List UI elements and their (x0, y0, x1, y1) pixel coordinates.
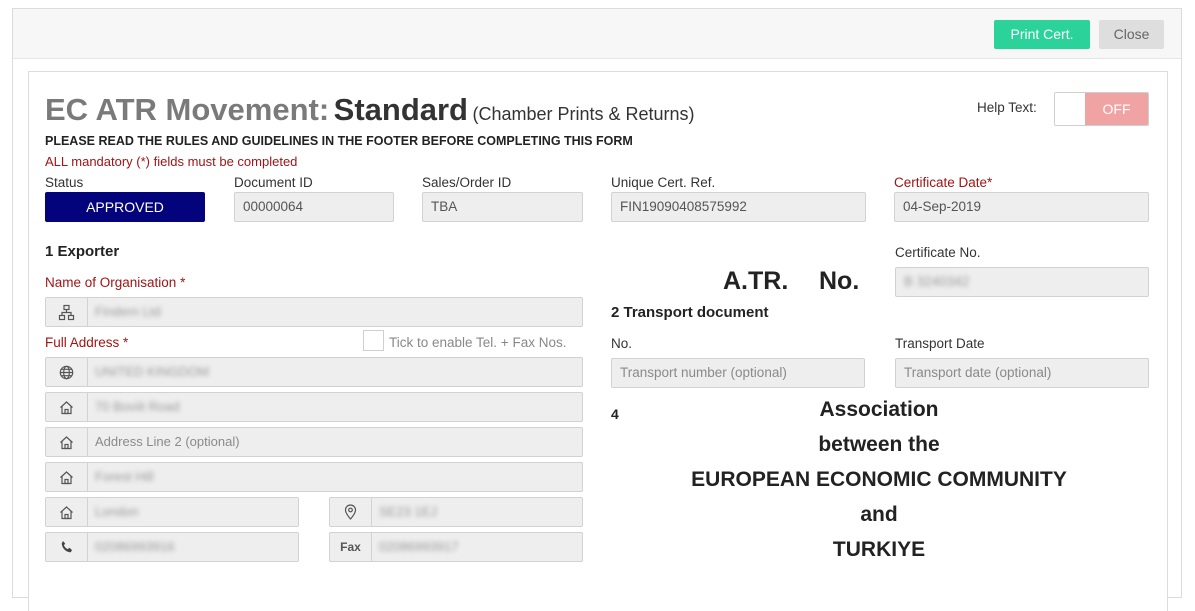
close-button[interactable]: Close (1099, 20, 1164, 49)
title-subtitle: (Chamber Prints & Returns) (472, 104, 695, 124)
title-type: Standard (333, 92, 468, 127)
tick-label: Tick to enable Tel. + Fax Nos. (389, 335, 567, 350)
section-4-number: 4 (611, 406, 619, 422)
country-field[interactable]: UNITED KINGDOM (45, 357, 583, 387)
sales-order-label: Sales/Order ID (422, 175, 512, 190)
postcode-field[interactable]: SE23 1EJ (329, 497, 583, 527)
phone-icon (46, 533, 88, 561)
org-icon (46, 298, 88, 326)
home-icon (46, 498, 88, 526)
cert-no-field[interactable]: B 3240342 (895, 267, 1149, 297)
org-field[interactable]: Findern Ltd (45, 297, 583, 327)
transport-date-input[interactable]: Transport date (optional) (895, 358, 1149, 388)
address-line3-value: Forest Hill (95, 469, 154, 484)
transport-no-label: No. (611, 336, 633, 351)
city-field[interactable]: London (45, 497, 299, 527)
home-icon (46, 428, 88, 456)
fax-field[interactable]: Fax 02086993917 (329, 532, 583, 562)
fax-value: 02086993917 (379, 539, 459, 554)
unique-ref-label: Unique Cert. Ref. (611, 175, 716, 190)
fax-addon: Fax (330, 533, 372, 561)
tel-field[interactable]: 02086993916 (45, 532, 299, 562)
status-label: Status (45, 175, 84, 190)
country-value: UNITED KINGDOM (95, 364, 210, 379)
org-value: Findern Ltd (95, 304, 161, 319)
toggle-state: OFF (1085, 93, 1148, 125)
help-text-label: Help Text: (977, 100, 1037, 115)
association-line-4: and (860, 503, 898, 526)
address-label: Full Address * (45, 335, 129, 350)
sales-order-field[interactable]: TBA (422, 192, 583, 222)
cert-no-label: Certificate No. (895, 245, 981, 260)
toggle-knob (1055, 93, 1085, 125)
transport-number-input[interactable]: Transport number (optional) (611, 358, 865, 388)
org-label: Name of Organisation * (45, 275, 186, 290)
globe-icon (46, 358, 88, 386)
city-value: London (95, 504, 139, 519)
rules-notice: PLEASE READ THE RULES AND GUIDELINES IN … (45, 134, 633, 148)
print-cert-button[interactable]: Print Cert. (994, 20, 1090, 49)
tel-value: 02086993916 (95, 539, 175, 554)
map-pin-icon (330, 498, 372, 526)
association-line-2: between the (818, 433, 940, 456)
association-line-1: Association (819, 398, 939, 421)
help-text-toggle[interactable]: OFF (1054, 92, 1149, 126)
association-line-5: TURKIYE (832, 538, 926, 561)
exporter-heading: 1 Exporter (45, 243, 120, 260)
address-line3-field[interactable]: Forest Hill (45, 462, 583, 492)
address-line2-field[interactable]: Address Line 2 (optional) (45, 427, 583, 457)
unique-ref-field[interactable]: FIN19090408575992 (611, 192, 866, 222)
transport-date-label: Transport Date (895, 336, 985, 351)
enable-tel-fax-checkbox[interactable] (363, 330, 384, 351)
cert-date-label: Certificate Date* (894, 175, 993, 190)
cert-no-value: B 3240342 (904, 274, 970, 289)
document-id-field[interactable]: 00000064 (234, 192, 394, 222)
form-panel: EC ATR Movement: Standard (Chamber Print… (28, 71, 1168, 611)
association-block: Association between the EUROPEAN ECONOMI… (649, 397, 1109, 572)
certificate-modal: Print Cert. Close EC ATR Movement: Stand… (12, 8, 1182, 611)
association-line-3: EUROPEAN ECONOMIC COMMUNITY (691, 468, 1067, 491)
address-line1-value: 70 Boviit Road (95, 399, 180, 414)
home-icon (46, 393, 88, 421)
title-main: EC ATR Movement: (45, 92, 330, 127)
status-badge: APPROVED (45, 192, 205, 222)
postcode-value: SE23 1EJ (379, 504, 437, 519)
cert-date-field[interactable]: 04-Sep-2019 (894, 192, 1149, 222)
home-icon (46, 463, 88, 491)
document-id-label: Document ID (234, 175, 313, 190)
atr-label: A.TR. (723, 267, 789, 295)
page-title: EC ATR Movement: Standard (Chamber Print… (45, 92, 695, 128)
atr-no-label: No. (819, 267, 860, 295)
transport-heading: 2 Transport document (611, 304, 769, 321)
address-line1-field[interactable]: 70 Boviit Road (45, 392, 583, 422)
address-line2-placeholder: Address Line 2 (optional) (95, 434, 240, 449)
modal-header: Print Cert. Close (13, 9, 1181, 59)
mandatory-notice: ALL mandatory (*) fields must be complet… (45, 154, 298, 169)
